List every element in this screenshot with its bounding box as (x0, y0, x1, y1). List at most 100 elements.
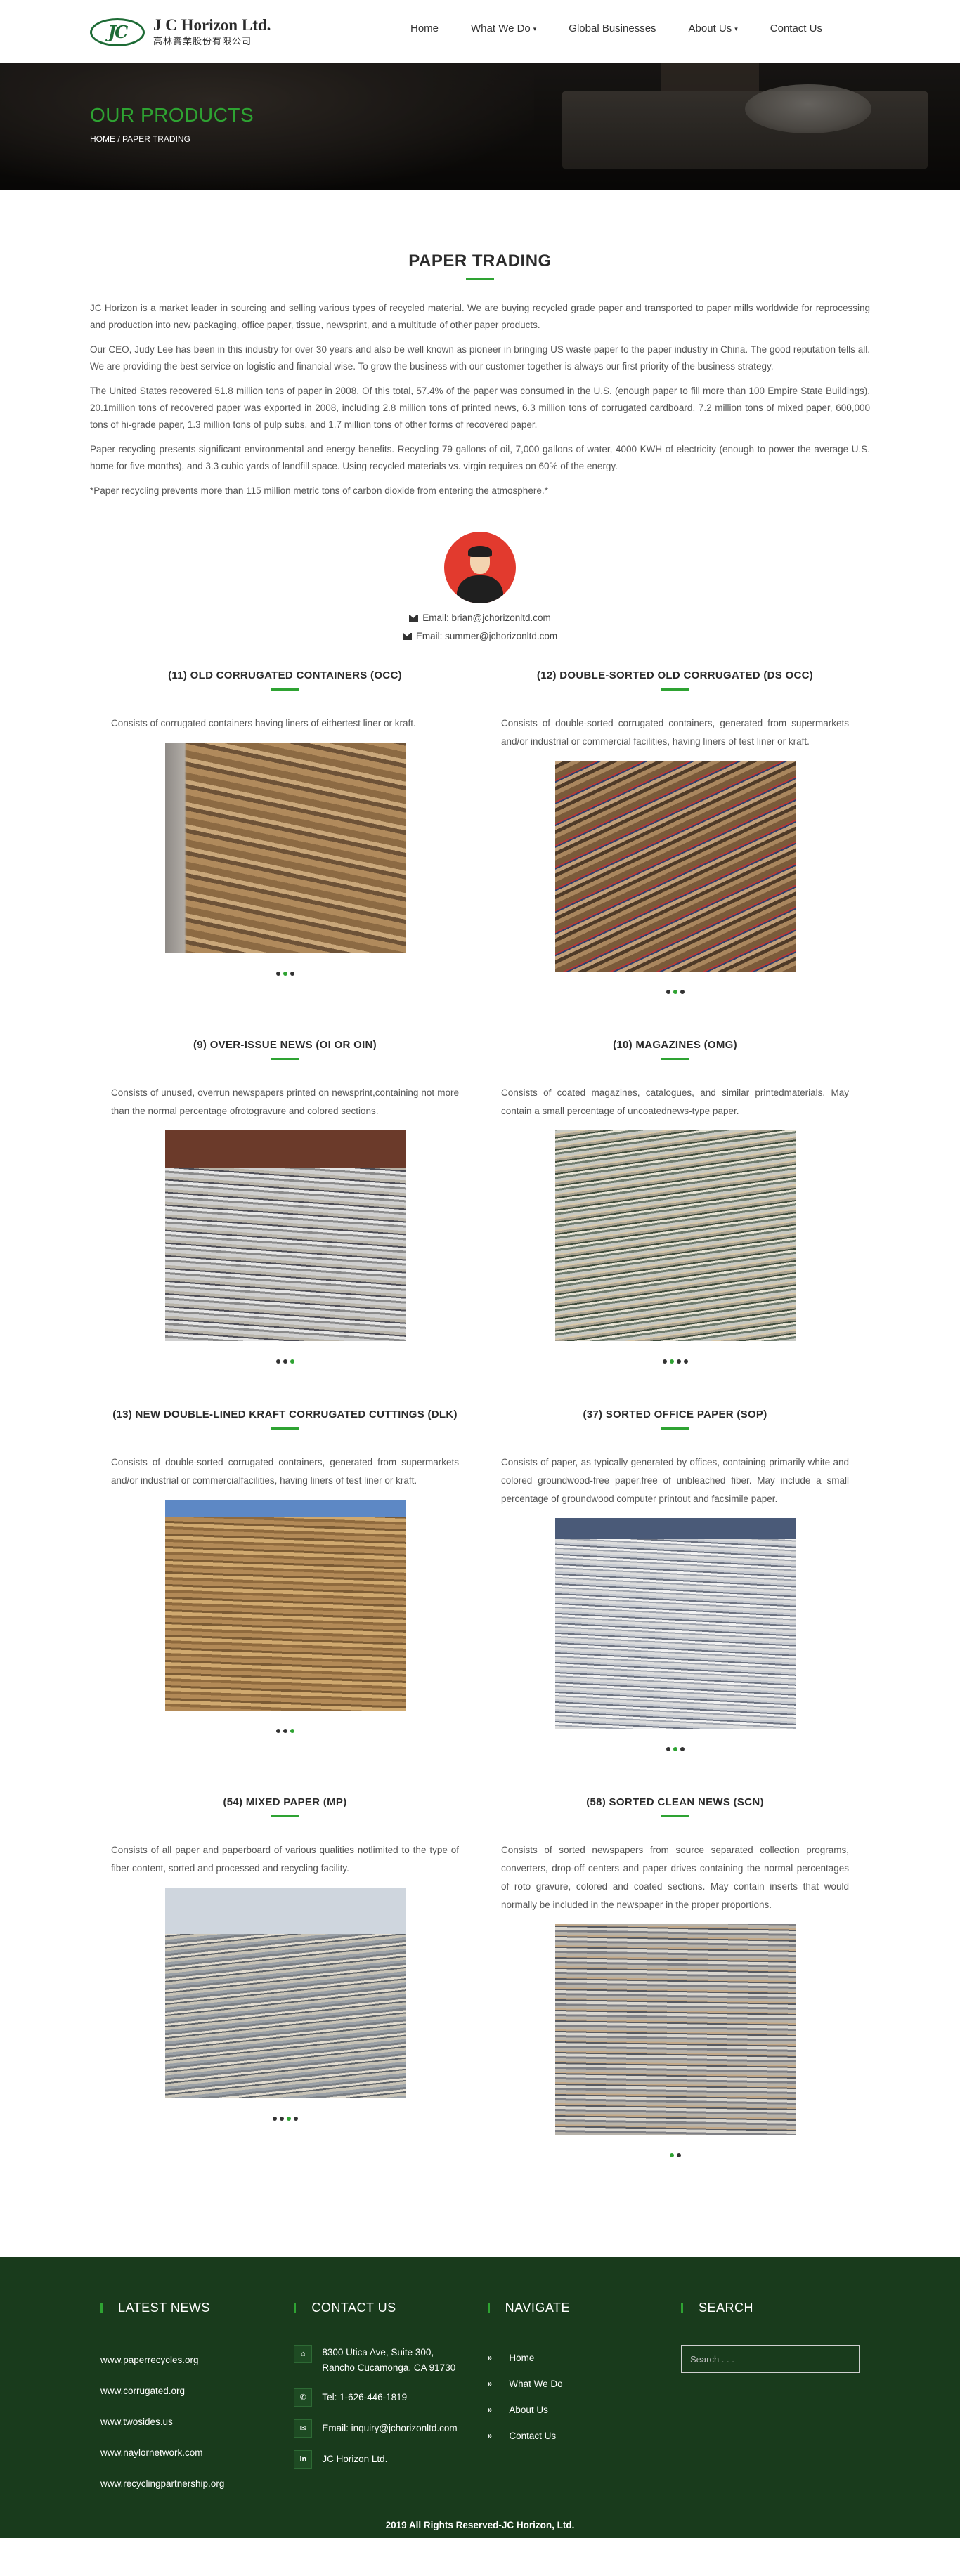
carousel-dot[interactable] (680, 990, 685, 994)
product-title: (58) SORTED CLEAN NEWS (SCN) (586, 1796, 764, 1808)
footer-news-link[interactable]: www.naylornetwork.com (100, 2438, 273, 2469)
footer-linkedin[interactable]: in JC Horizon Ltd. (294, 2450, 466, 2469)
footer-heading-text: SEARCH (699, 2301, 754, 2315)
nav-about-us[interactable]: About Us ▾ (689, 22, 738, 34)
carousel-dots (100, 1359, 469, 1364)
carousel-dot[interactable] (673, 990, 677, 994)
carousel-dot[interactable] (669, 1359, 674, 1364)
nav-contact-us[interactable]: Contact Us (770, 22, 822, 34)
product-description: Consists of corrugated containers having… (111, 718, 416, 728)
carousel-dot[interactable] (676, 1359, 681, 1364)
carousel-dot[interactable] (666, 1747, 670, 1751)
product-description: Consists of double-sorted corrugated con… (111, 1457, 459, 1486)
product-title: (13) NEW DOUBLE-LINED KRAFT CORRUGATED C… (112, 1408, 458, 1420)
carousel-dot[interactable] (290, 1359, 294, 1364)
carousel-dot[interactable] (673, 1747, 677, 1751)
product-image[interactable] (164, 743, 406, 953)
footer-phone[interactable]: ✆ Tel: 1-626-446-1819 (294, 2388, 466, 2407)
title-divider (271, 1058, 299, 1060)
avatar-body (457, 575, 503, 603)
footer-nav-label: Home (509, 2353, 535, 2363)
product-title: (12) DOUBLE-SORTED OLD CORRUGATED (DS OC… (536, 669, 814, 681)
product-title: (54) MIXED PAPER (MP) (223, 1796, 347, 1808)
nav-global-businesses-label: Global Businesses (569, 22, 656, 34)
product-image[interactable] (554, 1924, 796, 2135)
product-card: (11) OLD CORRUGATED CONTAINERS (OCC) Cons… (90, 669, 480, 1039)
footer-nav-label: About Us (509, 2405, 548, 2415)
footer-heading: NAVIGATE (487, 2301, 660, 2315)
products-grid: (11) OLD CORRUGATED CONTAINERS (OCC) Cons… (90, 669, 870, 2202)
footer-news-link[interactable]: www.twosides.us (100, 2407, 273, 2438)
product-image[interactable] (164, 1500, 406, 1711)
phone-icon: ✆ (294, 2388, 313, 2407)
footer-news-link[interactable]: www.recyclingpartnership.org (100, 2469, 273, 2499)
contact-email[interactable]: Email: summer@jchorizonltd.com (90, 627, 870, 646)
logo[interactable]: JC J C Horizon Ltd. 高林實業股份有限公司 (90, 17, 271, 47)
footer-nav-home[interactable]: » Home (488, 2345, 660, 2371)
nav-global-businesses[interactable]: Global Businesses (569, 22, 656, 34)
carousel-dot[interactable] (275, 1359, 280, 1364)
product-image[interactable] (164, 1888, 406, 2098)
site-header: JC J C Horizon Ltd. 高林實業股份有限公司 Home What… (0, 0, 960, 63)
footer-nav-what-we-do[interactable]: » What We Do (488, 2371, 660, 2397)
carousel-dot[interactable] (290, 1729, 294, 1733)
title-divider (271, 688, 299, 691)
footer-news-link[interactable]: www.paperrecycles.org (100, 2345, 273, 2376)
envelope-icon (409, 615, 419, 622)
carousel-dot[interactable] (275, 1729, 280, 1733)
carousel-dot[interactable] (669, 2153, 674, 2157)
footer-nav-contact-us[interactable]: » Contact Us (488, 2423, 660, 2449)
carousel-dot[interactable] (662, 1359, 667, 1364)
carousel-dot[interactable] (680, 1747, 685, 1751)
nav-what-we-do[interactable]: What We Do ▾ (471, 22, 536, 34)
double-chevron-right-icon: » (487, 2353, 493, 2362)
nav-home[interactable]: Home (410, 22, 439, 34)
page-title: OUR PRODUCTS (90, 104, 254, 126)
footer-heading-text: LATEST NEWS (118, 2301, 210, 2315)
carousel-dot[interactable] (283, 1729, 287, 1733)
linkedin-icon: in (294, 2450, 313, 2469)
carousel-dots (491, 2153, 860, 2157)
footer-nav-about-us[interactable]: » About Us (488, 2397, 660, 2423)
product-image[interactable] (554, 1518, 796, 1729)
breadcrumb: HOME / PAPER TRADING (90, 134, 190, 144)
intro-paragraph: Paper recycling presents significant env… (90, 444, 870, 471)
logo-text: J C Horizon Ltd. 高林實業股份有限公司 (153, 17, 271, 48)
product-image[interactable] (164, 1130, 406, 1341)
banner-overlay (0, 63, 960, 190)
search-input[interactable] (681, 2345, 860, 2373)
carousel-dot[interactable] (286, 2117, 291, 2121)
contact-email[interactable]: Email: brian@jchorizonltd.com (90, 609, 870, 627)
avatar-hair (468, 546, 492, 557)
contact-email-text: Email: brian@jchorizonltd.com (422, 613, 551, 623)
product-image[interactable] (554, 761, 796, 972)
product-description: Consists of unused, overrun newspapers p… (111, 1087, 459, 1116)
carousel-dot[interactable] (666, 990, 670, 994)
footer-email-text: Email: inquiry@jchorizonltd.com (322, 2423, 458, 2433)
footer-news-link[interactable]: www.corrugated.org (100, 2376, 273, 2407)
carousel-dot[interactable] (275, 972, 280, 976)
carousel-dot[interactable] (293, 2117, 298, 2121)
footer-email[interactable]: ✉ Email: inquiry@jchorizonltd.com (294, 2419, 466, 2438)
carousel-dot[interactable] (283, 1359, 287, 1364)
product-card: (9) OVER-ISSUE NEWS (OI OR OIN) Consists … (90, 1039, 480, 1408)
product-image[interactable] (554, 1130, 796, 1341)
carousel-dot[interactable] (283, 972, 287, 976)
carousel-dot[interactable] (279, 2117, 284, 2121)
carousel-dot[interactable] (676, 2153, 681, 2157)
footer-heading: SEARCH (681, 2301, 860, 2315)
footer-latest-news: LATEST NEWS www.paperrecycles.org www.co… (90, 2301, 283, 2499)
footer-heading-text: NAVIGATE (505, 2301, 571, 2315)
title-divider (271, 1815, 299, 1817)
page-banner: OUR PRODUCTS HOME / PAPER TRADING (0, 63, 960, 190)
envelope-icon: ✉ (294, 2419, 313, 2438)
carousel-dot[interactable] (290, 972, 294, 976)
product-card: (37) SORTED OFFICE PAPER (SOP) Consists o… (480, 1408, 870, 1796)
carousel-dot[interactable] (272, 2117, 277, 2121)
contact-email-text: Email: summer@jchorizonltd.com (415, 631, 558, 641)
carousel-dot[interactable] (683, 1359, 688, 1364)
footer-columns: LATEST NEWS www.paperrecycles.org www.co… (90, 2257, 870, 2499)
nav-what-we-do-label: What We Do (471, 22, 531, 34)
title-divider (661, 688, 689, 691)
product-description: Consists of sorted newspapers from sourc… (501, 1845, 849, 1910)
